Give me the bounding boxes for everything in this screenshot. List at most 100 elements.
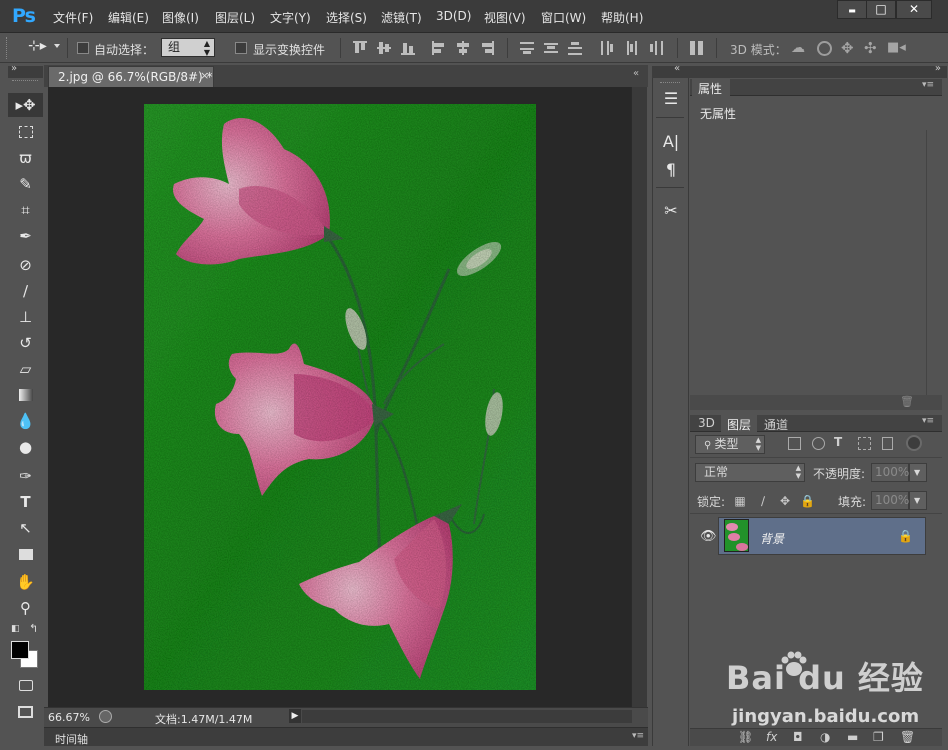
pixel-filter-icon[interactable] — [788, 437, 801, 450]
menu-layer[interactable]: 图层(L) — [215, 9, 255, 26]
3d-slide-icon[interactable]: ✣ — [864, 39, 877, 57]
dock-grip[interactable] — [660, 82, 680, 85]
align-left-icon[interactable] — [432, 41, 446, 55]
opacity-slider-button[interactable]: ▼ — [909, 463, 927, 482]
fill-input[interactable]: 100% — [871, 491, 909, 510]
blur-tool[interactable]: 💧 — [8, 409, 43, 433]
pen-tool[interactable]: ✑ — [8, 464, 43, 488]
gradient-tool[interactable] — [8, 383, 43, 407]
delete-layer-icon[interactable]: 🗑 — [900, 730, 915, 744]
adjustment-filter-icon[interactable] — [812, 437, 825, 450]
3d-scale-icon[interactable]: ■◂ — [887, 40, 906, 55]
marquee-tool[interactable] — [8, 120, 43, 144]
auto-select-dropdown[interactable]: 组 ▲ ▼ — [161, 38, 215, 57]
link-layers-icon[interactable]: ⛓ — [738, 730, 753, 744]
tab-3d[interactable]: 3D — [692, 415, 720, 432]
adjustments-panel-icon[interactable]: ☰ — [660, 88, 682, 110]
lock-position-icon[interactable]: ✥ — [778, 494, 792, 508]
auto-align-icon[interactable] — [690, 41, 704, 55]
lock-transparency-icon[interactable]: ▦ — [733, 494, 747, 508]
status-menu-arrow-icon[interactable]: ▶ — [289, 709, 301, 723]
distribute-vcenter-icon[interactable] — [544, 41, 558, 55]
tools-grip[interactable] — [12, 80, 38, 83]
3d-roll-icon[interactable] — [817, 41, 832, 56]
clone-stamp-tool[interactable]: ⊥ — [8, 305, 43, 329]
fill-slider-button[interactable]: ▼ — [909, 491, 927, 510]
tab-properties[interactable]: 属性 — [692, 79, 730, 96]
menu-file[interactable]: 文件(F) — [53, 9, 93, 26]
layer-filter-dropdown[interactable]: ⚲ 类型 ▲ ▼ — [695, 435, 765, 454]
fx-icon[interactable]: fx — [766, 730, 777, 744]
brush-tool[interactable]: ∕ — [8, 279, 43, 303]
menu-image[interactable]: 图像(I) — [162, 9, 199, 26]
menu-3d[interactable]: 3D(D) — [436, 9, 471, 23]
lock-all-icon[interactable]: 🔒 — [800, 494, 815, 508]
show-transform-checkbox[interactable] — [235, 42, 247, 54]
layer-name[interactable]: 背景 — [760, 530, 784, 547]
dodge-tool[interactable]: ● — [8, 435, 43, 459]
eye-icon[interactable]: 👁 — [700, 529, 717, 544]
collapse-panel-icon[interactable]: « — [633, 68, 639, 79]
auto-select-checkbox[interactable] — [77, 42, 89, 54]
align-top-icon[interactable] — [353, 41, 367, 55]
quick-select-tool[interactable]: ✎ — [8, 172, 43, 196]
adjustment-layer-icon[interactable]: ◑ — [820, 730, 830, 744]
chevron-down-icon[interactable] — [54, 44, 60, 48]
align-vertical-center-icon[interactable] — [377, 41, 391, 55]
properties-scrollbar[interactable] — [926, 130, 939, 398]
tool-presets-icon[interactable]: ✂ — [660, 200, 682, 222]
distribute-right-icon[interactable] — [649, 41, 663, 55]
eraser-tool[interactable]: ▱ — [8, 357, 43, 381]
opacity-input[interactable]: 100% — [871, 463, 909, 482]
align-bottom-icon[interactable] — [401, 41, 415, 55]
tools-panel-header[interactable]: » — [8, 63, 43, 78]
eyedropper-tool[interactable]: ✒ — [8, 224, 43, 248]
options-grip[interactable] — [6, 37, 9, 59]
new-group-icon[interactable]: ▬ — [847, 730, 858, 744]
panel-menu-icon[interactable]: ▾≡ — [632, 731, 644, 741]
smart-object-filter-icon[interactable] — [882, 437, 893, 450]
type-filter-icon[interactable]: T — [834, 435, 842, 449]
panel-menu-icon[interactable]: ▾≡ — [922, 80, 934, 90]
trash-icon[interactable]: 🗑 — [900, 395, 914, 408]
menu-filter[interactable]: 滤镜(T) — [381, 9, 422, 26]
paragraph-panel-icon[interactable]: ¶ — [660, 159, 682, 181]
move-tool[interactable]: ▸✥ — [8, 93, 43, 117]
share-icon[interactable] — [99, 710, 112, 723]
foreground-color-swatch[interactable] — [11, 641, 29, 659]
3d-orbit-icon[interactable]: ☁ — [791, 40, 805, 56]
tab-channels[interactable]: 通道 — [758, 415, 796, 432]
blend-mode-dropdown[interactable]: 正常 ▲ ▼ — [695, 463, 805, 482]
add-mask-icon[interactable]: ◘ — [793, 730, 803, 744]
align-horizontal-center-icon[interactable] — [456, 41, 470, 55]
tab-layers[interactable]: 图层 — [721, 415, 757, 432]
canvas-image[interactable] — [144, 104, 536, 690]
distribute-left-icon[interactable] — [600, 41, 614, 55]
path-selection-tool[interactable]: ↖ — [8, 516, 43, 540]
swap-colors-icon[interactable]: ↰ — [29, 622, 38, 635]
zoom-tool[interactable]: ⚲ — [8, 596, 43, 620]
timeline-tab[interactable]: 时间轴 — [55, 731, 88, 747]
panel-menu-icon[interactable]: ▾≡ — [922, 416, 934, 426]
menu-help[interactable]: 帮助(H) — [601, 9, 643, 26]
menu-type[interactable]: 文字(Y) — [270, 9, 311, 26]
lock-pixels-icon[interactable]: ∕ — [756, 494, 770, 508]
shape-tool[interactable] — [8, 542, 43, 566]
hand-tool[interactable]: ✋ — [8, 570, 43, 594]
document-tab[interactable]: 2.jpg @ 66.7%(RGB/8#) * — [48, 66, 214, 87]
filter-toggle-icon[interactable] — [906, 435, 922, 451]
distribute-top-icon[interactable] — [520, 41, 534, 55]
move-tool-preset-icon[interactable]: ⊹▸ — [28, 38, 47, 54]
menu-select[interactable]: 选择(S) — [326, 9, 367, 26]
horizontal-scrollbar[interactable] — [302, 710, 632, 723]
tab-close-icon[interactable]: × — [200, 69, 209, 82]
default-colors-icon[interactable]: ◧ — [11, 624, 20, 634]
healing-brush-tool[interactable]: ⊘ — [8, 253, 43, 277]
align-right-icon[interactable] — [480, 41, 494, 55]
shape-filter-icon[interactable] — [858, 437, 871, 450]
3d-pan-icon[interactable]: ✥ — [841, 39, 854, 57]
maximize-button[interactable]: □ — [866, 0, 896, 19]
quick-mask-button[interactable] — [8, 673, 43, 697]
dock-header[interactable]: «» — [652, 63, 947, 78]
character-panel-icon[interactable]: A| — [660, 131, 682, 153]
